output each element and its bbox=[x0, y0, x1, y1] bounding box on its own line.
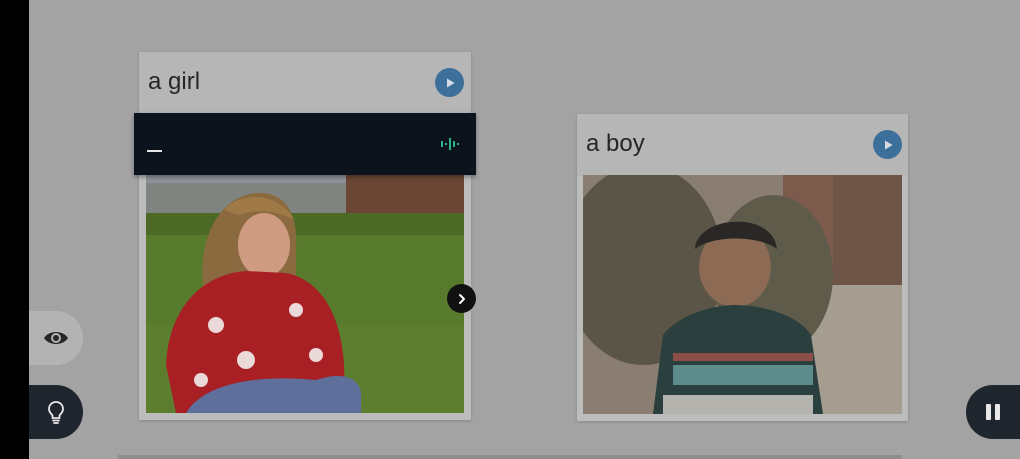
card-title: a boy bbox=[586, 130, 645, 157]
text-cursor bbox=[147, 150, 162, 152]
left-edge-bar bbox=[0, 0, 29, 459]
lightbulb-icon bbox=[48, 401, 64, 424]
eye-icon bbox=[44, 332, 68, 344]
card-header: a girl bbox=[139, 52, 471, 114]
show-answer-button[interactable] bbox=[29, 311, 83, 365]
play-icon bbox=[884, 140, 892, 149]
card-title: a girl bbox=[148, 68, 201, 95]
audio-wave-icon[interactable] bbox=[440, 137, 460, 151]
answer-input-overlay[interactable] bbox=[134, 113, 476, 175]
play-audio-button[interactable] bbox=[435, 68, 464, 97]
bottom-strip bbox=[118, 455, 902, 459]
card-boy[interactable]: a boy bbox=[577, 114, 908, 421]
play-audio-button[interactable] bbox=[873, 130, 902, 159]
hint-button[interactable] bbox=[29, 385, 83, 439]
chevron-right-icon bbox=[458, 293, 465, 304]
pause-button[interactable] bbox=[966, 385, 1020, 439]
play-icon bbox=[446, 78, 454, 87]
boy-photo bbox=[583, 175, 902, 414]
card-girl[interactable]: a girl bbox=[139, 52, 471, 420]
girl-photo bbox=[146, 175, 464, 413]
next-button[interactable] bbox=[447, 284, 476, 313]
pause-icon bbox=[986, 404, 1000, 420]
card-header: a boy bbox=[577, 114, 908, 176]
